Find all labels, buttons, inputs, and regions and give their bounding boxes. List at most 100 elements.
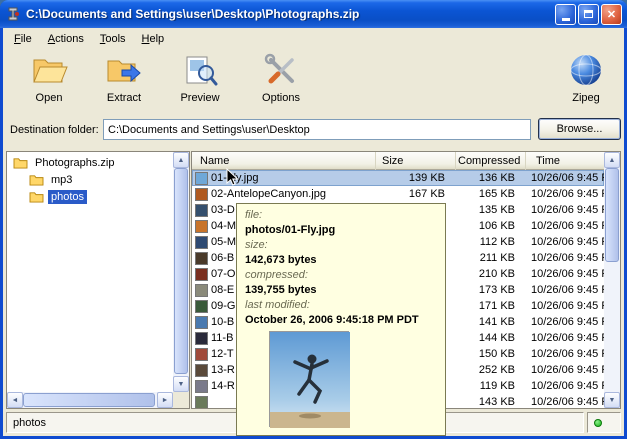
file-size: 139 KB xyxy=(375,172,451,184)
column-header-size[interactable]: Size xyxy=(376,152,456,170)
file-time: 10/26/06 9:45 P xyxy=(521,316,604,328)
open-label: Open xyxy=(16,92,82,104)
preview-label: Preview xyxy=(167,92,233,104)
tree-item-photographs-zip[interactable]: Photographs.zip xyxy=(7,154,173,171)
scroll-up-icon[interactable]: ▲ xyxy=(173,152,189,168)
menu-actions[interactable]: Actions xyxy=(40,31,92,47)
file-size: 167 KB xyxy=(375,188,451,200)
folder-icon xyxy=(29,190,44,203)
file-row[interactable]: 02-AntelopeCanyon.jpg 167 KB 165 KB 10/2… xyxy=(192,186,604,202)
file-time: 10/26/06 9:45 P xyxy=(521,396,604,408)
file-time: 10/26/06 9:45 P xyxy=(521,172,604,184)
tooltip-size-value: 142,673 bytes xyxy=(245,253,437,268)
tooltip-compressed-value: 139,755 bytes xyxy=(245,283,437,298)
list-vertical-scrollbar[interactable]: ▲ ▼ xyxy=(604,152,620,408)
folder-tree: Photographs.zip mp3 photos xyxy=(7,152,173,392)
tooltip-file-label: file: xyxy=(245,208,437,223)
window-title: C:\Documents and Settings\user\Desktop\P… xyxy=(26,7,550,21)
scrollbar-corner xyxy=(173,392,189,408)
file-thumbnail xyxy=(195,380,208,393)
file-time: 10/26/06 9:45 P xyxy=(521,284,604,296)
file-thumbnail xyxy=(195,204,208,217)
file-time: 10/26/06 9:45 P xyxy=(521,380,604,392)
menu-file[interactable]: File xyxy=(6,31,40,47)
scroll-down-icon[interactable]: ▼ xyxy=(173,376,189,392)
file-time: 10/26/06 9:45 P xyxy=(521,300,604,312)
list-vscroll-thumb[interactable] xyxy=(605,168,619,262)
file-info-tooltip: file: photos/01-Fly.jpg size: 142,673 by… xyxy=(236,203,446,436)
tree-item-photos[interactable]: photos xyxy=(7,188,173,205)
green-dot-icon xyxy=(594,419,602,427)
file-compressed-size: 135 KB xyxy=(451,204,521,216)
close-button[interactable]: ✕ xyxy=(601,4,622,25)
crossed-tools-icon xyxy=(248,52,314,90)
file-thumbnail xyxy=(195,348,208,361)
column-header-name[interactable]: Name xyxy=(192,152,376,170)
file-compressed-size: 144 KB xyxy=(451,332,521,344)
scroll-down-icon[interactable]: ▼ xyxy=(604,392,620,408)
tree-item-label: mp3 xyxy=(48,173,75,187)
tooltip-modified-label: last modified: xyxy=(245,298,437,313)
file-thumbnail xyxy=(195,396,208,409)
options-button[interactable]: Options xyxy=(248,52,314,104)
scroll-left-icon[interactable]: ◄ xyxy=(7,392,23,408)
zipeg-button[interactable]: Zipeg xyxy=(553,52,619,104)
folder-arrow-icon xyxy=(91,52,157,90)
maximize-button[interactable] xyxy=(578,4,599,25)
extract-button[interactable]: Extract xyxy=(91,52,157,104)
tree-item-label-selected: photos xyxy=(48,190,87,204)
file-thumbnail xyxy=(195,300,208,313)
file-compressed-size: 210 KB xyxy=(451,268,521,280)
scroll-up-icon[interactable]: ▲ xyxy=(604,152,620,168)
column-header-compressed[interactable]: Compressed xyxy=(456,152,526,170)
file-thumbnail xyxy=(195,252,208,265)
tooltip-file-value: photos/01-Fly.jpg xyxy=(245,223,437,238)
file-thumbnail xyxy=(195,172,208,185)
tree-hscroll-thumb[interactable] xyxy=(23,393,155,407)
file-compressed-size: 171 KB xyxy=(451,300,521,312)
file-compressed-size: 112 KB xyxy=(451,236,521,248)
tree-item-mp3[interactable]: mp3 xyxy=(7,171,173,188)
file-compressed-size: 211 KB xyxy=(451,252,521,264)
file-compressed-size: 136 KB xyxy=(451,172,521,184)
file-compressed-size: 141 KB xyxy=(451,316,521,328)
file-time: 10/26/06 9:45 P xyxy=(521,348,604,360)
destination-input[interactable] xyxy=(103,119,531,140)
file-thumbnail xyxy=(195,284,208,297)
menu-tools[interactable]: Tools xyxy=(92,31,134,47)
tooltip-compressed-label: compressed: xyxy=(245,268,437,283)
tree-vertical-scrollbar[interactable]: ▲ ▼ xyxy=(173,152,189,392)
open-button[interactable]: Open xyxy=(16,52,82,104)
status-text: photos xyxy=(13,417,46,429)
folder-icon xyxy=(13,156,28,169)
file-compressed-size: 150 KB xyxy=(451,348,521,360)
file-compressed-size: 119 KB xyxy=(451,380,521,392)
tree-vscroll-thumb[interactable] xyxy=(174,168,188,374)
file-time: 10/26/06 9:45 P xyxy=(521,332,604,344)
minimize-icon xyxy=(562,18,570,21)
title-bar: C:\Documents and Settings\user\Desktop\P… xyxy=(0,0,627,28)
tree-horizontal-scrollbar[interactable]: ◄ ► xyxy=(7,392,173,408)
browse-button[interactable]: Browse... xyxy=(538,118,621,140)
file-thumbnail xyxy=(195,316,208,329)
scroll-right-icon[interactable]: ► xyxy=(157,392,173,408)
file-thumbnail xyxy=(195,188,208,201)
file-thumbnail xyxy=(195,236,208,249)
file-compressed-size: 173 KB xyxy=(451,284,521,296)
minimize-button[interactable] xyxy=(555,4,576,25)
zipeg-label: Zipeg xyxy=(553,92,619,104)
folder-icon xyxy=(29,173,44,186)
window-controls: ✕ xyxy=(555,4,622,25)
column-header-time[interactable]: Time xyxy=(526,152,604,170)
file-thumbnail xyxy=(195,332,208,345)
menu-bar: File Actions Tools Help xyxy=(3,30,624,48)
file-compressed-size: 143 KB xyxy=(451,396,521,408)
file-time: 10/26/06 9:45 P xyxy=(521,252,604,264)
file-time: 10/26/06 9:45 P xyxy=(521,236,604,248)
file-time: 10/26/06 9:45 P xyxy=(521,364,604,376)
options-label: Options xyxy=(248,92,314,104)
file-thumbnail xyxy=(195,268,208,281)
file-row[interactable]: 01-Fly.jpg 139 KB 136 KB 10/26/06 9:45 P xyxy=(192,170,604,186)
preview-button[interactable]: Preview xyxy=(167,52,233,104)
menu-help[interactable]: Help xyxy=(134,31,173,47)
